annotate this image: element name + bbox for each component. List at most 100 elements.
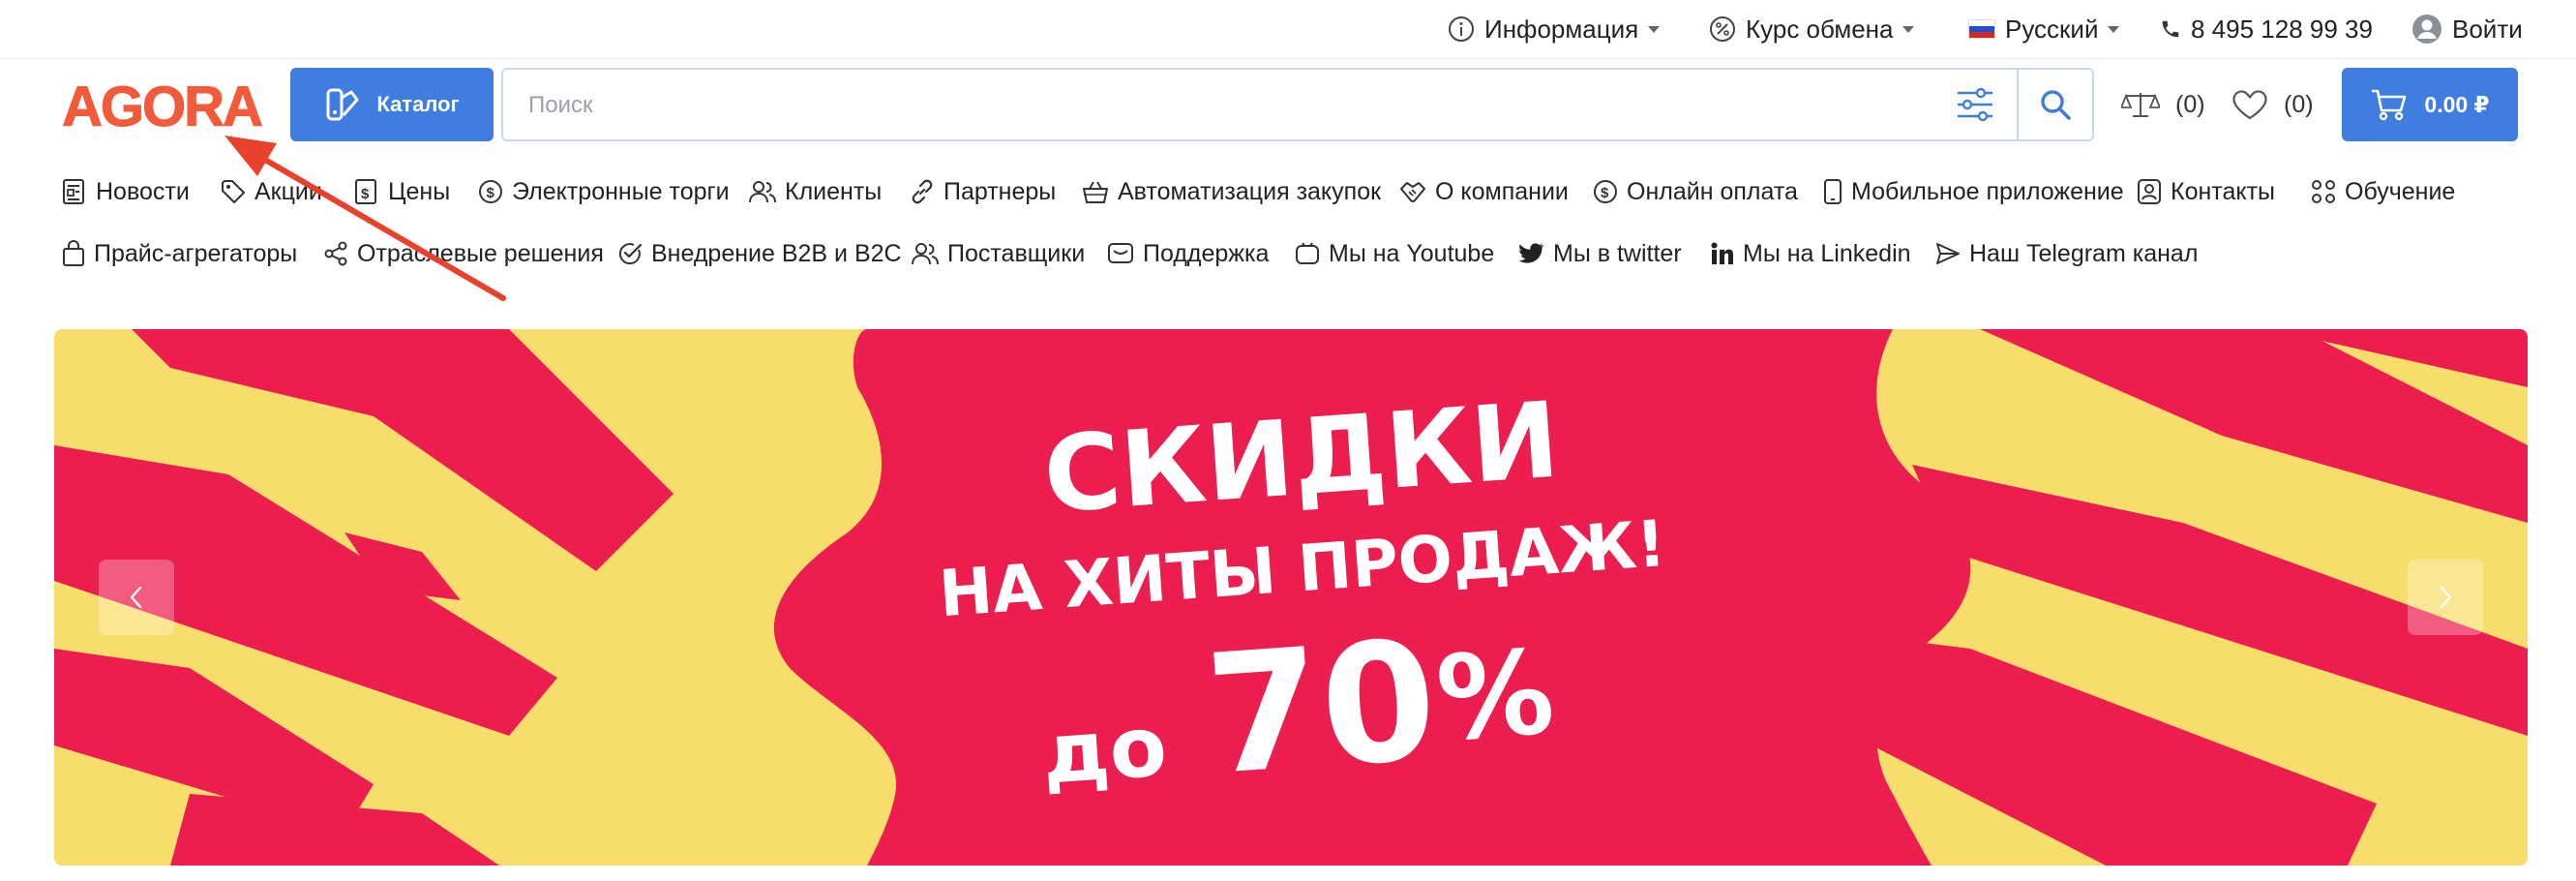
nav-suppliers[interactable]: Поставщики [912, 229, 1085, 278]
sliders-icon [1958, 87, 1992, 122]
carousel-next-button[interactable] [2408, 560, 2483, 635]
linkedin-icon [1711, 242, 1733, 264]
nav-e-trading[interactable]: $ Электронные торги [478, 167, 730, 216]
chat-icon [1108, 243, 1133, 263]
nav-clients[interactable]: Клиенты [749, 167, 882, 216]
currency-dropdown[interactable]: Курс обмена [1709, 0, 1915, 58]
nav-linkedin[interactable]: Мы на Linkedin [1711, 229, 1911, 278]
svg-text:$: $ [487, 185, 495, 201]
nav-promotions[interactable]: Акции [221, 167, 322, 216]
nav-label: Клиенты [785, 177, 883, 205]
compare-count: (0) [2175, 90, 2205, 118]
info-icon [1449, 16, 1474, 42]
nav-label: Акции [255, 177, 322, 205]
chevron-left-icon [130, 586, 142, 609]
caret-down-icon [1648, 25, 1661, 33]
cart-total: 0.00 ₽ [2424, 91, 2490, 117]
login-link[interactable]: Войти [2411, 0, 2523, 58]
nav-b2b-b2c[interactable]: Внедрение B2B и B2C [617, 229, 902, 278]
search-icon [2041, 90, 2071, 120]
nav-label: Наш Telegram канал [1969, 239, 2199, 267]
nav-support[interactable]: Поддержка [1107, 229, 1269, 278]
nav-label: Мы на Linkedin [1743, 239, 1911, 267]
nav-label: Автоматизация закупок [1118, 177, 1382, 205]
search-input[interactable] [526, 70, 1924, 141]
news-icon [63, 179, 84, 204]
nav-telegram[interactable]: Наш Telegram канал [1935, 229, 2198, 278]
nav-procurement-automation[interactable]: Автоматизация закупок [1082, 167, 1381, 216]
banner-discount-value: 70 [1201, 605, 1443, 812]
youtube-icon [1296, 242, 1319, 264]
heart-icon [2232, 90, 2267, 120]
promo-banner-carousel[interactable]: СКИДКИ НА ХИТЫ ПРОДАЖ! до 70 % [54, 329, 2528, 866]
nav-about[interactable]: О компании [1399, 167, 1569, 216]
svg-text:$: $ [1601, 185, 1609, 201]
compare-link[interactable]: (0) [2121, 68, 2205, 141]
nav-label: Электронные торги [512, 177, 730, 205]
check-circle-icon [618, 243, 643, 265]
nav-news[interactable]: Новости [62, 167, 190, 216]
caret-down-icon [1902, 25, 1915, 33]
nav-label: Мы на Youtube [1329, 239, 1495, 267]
caret-down-icon [2108, 25, 2120, 33]
cart-button[interactable]: 0.00 ₽ [2342, 68, 2518, 141]
user-avatar-icon [2412, 15, 2441, 44]
nav-contacts[interactable]: Контакты [2137, 167, 2275, 216]
link-icon [912, 179, 933, 204]
nav-label: Цены [388, 177, 451, 205]
search-filter-button[interactable] [1953, 83, 1997, 126]
russian-flag-icon [1968, 19, 1995, 39]
handshake-icon [1400, 182, 1425, 202]
chevron-right-icon [2440, 586, 2452, 609]
phone-icon [2162, 20, 2179, 38]
payment-icon: $ [1594, 180, 1617, 203]
search-button[interactable] [2017, 70, 2092, 139]
nav-youtube[interactable]: Мы на Youtube [1295, 229, 1494, 278]
bag-icon [63, 240, 84, 266]
nav-label: Поддержка [1143, 239, 1270, 267]
tag-icon [222, 180, 245, 203]
carousel-prev-button[interactable] [99, 560, 174, 635]
catalog-button[interactable]: Каталог [290, 68, 494, 141]
nav-training[interactable]: Обучение [2311, 167, 2455, 216]
search-box [501, 68, 2094, 141]
info-dropdown[interactable]: Информация [1448, 0, 1661, 58]
catalog-label: Каталог [376, 92, 460, 116]
logo-graphic: AGORA [62, 76, 265, 139]
nav-online-payment[interactable]: $ Онлайн оплата [1593, 167, 1798, 216]
price-list-icon: $ [355, 179, 376, 204]
nav-partners[interactable]: Партнеры [910, 167, 1056, 216]
nav-industry-solutions[interactable]: Отраслевые решения [323, 229, 604, 278]
phone-number: 8 495 128 99 39 [2191, 14, 2373, 44]
favorites-link[interactable]: (0) [2232, 68, 2314, 141]
nav-label: Обучение [2345, 177, 2456, 205]
basket-icon [1083, 181, 1108, 203]
info-label: Информация [1484, 14, 1639, 44]
nav-label: Контакты [2171, 177, 2275, 205]
twitter-icon [1519, 243, 1543, 263]
nav-mobile-app[interactable]: Мобильное приложение [1823, 167, 2124, 216]
users-icon [912, 243, 939, 265]
nav-label: Партнеры [944, 177, 1057, 205]
currency-label: Курс обмена [1746, 14, 1894, 44]
percent-icon [1710, 16, 1735, 42]
language-dropdown[interactable]: Русский [1968, 0, 2120, 58]
phone-link[interactable]: 8 495 128 99 39 [2160, 0, 2373, 58]
cart-icon [2372, 89, 2407, 121]
login-label: Войти [2452, 14, 2523, 44]
top-bar: Информация Курс обмена Русский 8 495 128… [0, 0, 2576, 59]
phone-icon [1824, 179, 1842, 204]
nav-prices[interactable]: $ Цены [354, 167, 450, 216]
nav-label: Мы в twitter [1553, 239, 1682, 267]
dollar-circle-icon: $ [479, 180, 502, 203]
nav-label: Поставщики [947, 239, 1086, 267]
nav-price-aggregators[interactable]: Прайс-агрегаторы [62, 229, 297, 278]
nav-label: Отраслевые решения [357, 239, 604, 267]
nav-label: Мобильное приложение [1851, 177, 2124, 205]
scales-icon [2121, 93, 2160, 117]
nav-label: Онлайн оплата [1627, 177, 1798, 205]
nav-twitter[interactable]: Мы в twitter [1519, 229, 1682, 278]
promo-banner-image: СКИДКИ НА ХИТЫ ПРОДАЖ! до 70 % [54, 329, 2528, 866]
contact-card-icon [2138, 179, 2161, 204]
agora-logo[interactable]: AGORA [62, 76, 265, 139]
